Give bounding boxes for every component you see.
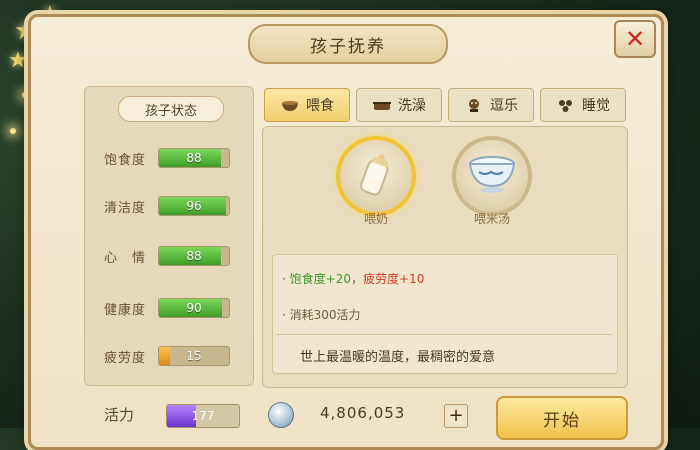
tab-bath[interactable]: 洗澡 (356, 88, 442, 122)
status-heading-text: 孩子状态 (144, 103, 197, 119)
dialog-title: 孩子抚养 (248, 24, 448, 64)
dialog-title-text: 孩子抚养 (310, 36, 386, 57)
stat-value: 96 (186, 199, 202, 213)
stat-row-cleanliness: 清洁度 96 (92, 194, 242, 218)
stat-row-satiety: 饱食度 88 (92, 146, 242, 170)
stat-row-mood: 心 情 88 (92, 244, 242, 268)
soup-bowl-icon (468, 156, 516, 193)
bullet: · (282, 272, 286, 286)
tab-label: 逗乐 (490, 98, 518, 114)
effect-gain: 饱食度+20 (289, 272, 351, 286)
stat-value: 88 (186, 249, 202, 263)
tab-feed[interactable]: 喂食 (264, 88, 350, 122)
stat-value: 88 (186, 151, 202, 165)
child-status-panel (84, 86, 254, 386)
stat-label: 健康度 (103, 302, 146, 318)
close-icon: ✕ (624, 25, 646, 53)
divider (276, 334, 612, 335)
item-description: 世上最温暖的温度，最稠密的爱意 (300, 350, 496, 365)
item-label: 喂奶 (363, 212, 388, 226)
consume-text: 消耗300活力 (289, 308, 361, 322)
vitality-bar: 177 (166, 404, 240, 428)
glow-decoration (10, 128, 16, 134)
stat-label: 清洁度 (103, 200, 146, 216)
tab-play[interactable]: 逗乐 (448, 88, 534, 122)
stat-bar: 90 (158, 298, 230, 318)
start-button[interactable]: 开始 (496, 396, 628, 440)
stat-label: 饱食度 (103, 152, 146, 168)
item-milk[interactable] (336, 136, 416, 216)
item-label: 喂米汤 (473, 212, 510, 226)
toy-icon (469, 99, 479, 112)
stat-row-fatigue: 疲劳度 15 (92, 344, 242, 368)
stat-value: 15 (186, 349, 202, 363)
silver-coin-icon (268, 402, 294, 428)
stat-bar: 88 (158, 246, 230, 266)
sleep-icon (559, 100, 572, 112)
effect-separator: ， (350, 272, 363, 286)
tab-label: 喂食 (306, 98, 334, 114)
bathtub-icon (373, 102, 391, 110)
bowl-icon (282, 101, 298, 111)
tab-label: 洗澡 (398, 98, 426, 114)
consume-line: · 消耗300活力 (282, 306, 361, 323)
add-currency-button[interactable]: + (444, 404, 468, 428)
effect-cost: 疲劳度+10 (363, 272, 425, 286)
vitality-label: 活力 (104, 406, 135, 424)
stat-label: 心 情 (103, 250, 146, 266)
currency-value: 4,806,053 (320, 404, 406, 422)
stat-label: 疲劳度 (103, 350, 146, 366)
stat-bar: 96 (158, 196, 230, 216)
tab-sleep[interactable]: 睡觉 (540, 88, 626, 122)
start-button-label: 开始 (543, 410, 581, 431)
plus-icon: + (448, 405, 464, 426)
vitality-value: 177 (191, 409, 215, 423)
stat-row-health: 健康度 90 (92, 296, 242, 320)
close-button[interactable]: ✕ (614, 20, 656, 58)
effect-line: · 饱食度+20，疲劳度+10 (282, 270, 424, 287)
bullet: · (282, 308, 286, 322)
tab-label: 睡觉 (582, 98, 610, 114)
milk-bottle-icon (360, 154, 389, 196)
stat-bar: 88 (158, 148, 230, 168)
stat-bar: 15 (158, 346, 230, 366)
status-panel-heading: 孩子状态 (118, 96, 224, 122)
item-rice-soup[interactable] (452, 136, 532, 216)
stat-value: 90 (186, 301, 202, 315)
